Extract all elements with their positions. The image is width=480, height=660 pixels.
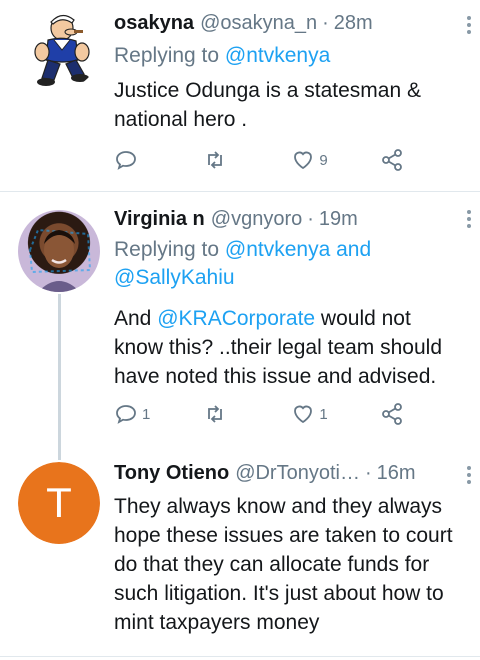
more-dot <box>467 217 471 221</box>
avatar-letter-circle: T <box>18 462 100 544</box>
tweet-text: Justice Odunga is a statesman & national… <box>114 79 421 131</box>
avatar[interactable]: T <box>18 462 100 544</box>
bottom-divider <box>0 656 480 657</box>
tweet-text: They always know and they always hope th… <box>114 495 453 634</box>
timestamp[interactable]: 28m <box>334 10 373 36</box>
more-dot <box>467 23 471 27</box>
user-handle[interactable]: @DrTonyoti… <box>235 460 360 486</box>
tweet-header: Tony Otieno @DrTonyoti… · 16m <box>114 460 460 486</box>
popeye-cartoon-avatar-icon <box>34 14 90 86</box>
tweet-tony-otieno[interactable]: T Tony Otieno @DrTonyoti… · 16m They alw… <box>0 448 480 660</box>
reply-button[interactable] <box>114 148 158 172</box>
photo-avatar-icon <box>28 228 92 292</box>
tweet-virginia[interactable]: Virginia n @vgnyoro · 19m Replying to @n… <box>0 192 480 452</box>
like-button[interactable]: 1 <box>291 402 335 426</box>
share-icon <box>382 149 402 171</box>
reply-button[interactable]: 1 <box>114 402 158 426</box>
avatar[interactable] <box>18 210 100 292</box>
retweet-icon <box>207 405 222 423</box>
reply-icon <box>116 151 136 170</box>
heart-icon <box>294 405 313 424</box>
more-vertical-icon <box>467 210 471 214</box>
timestamp[interactable]: 16m <box>377 460 416 486</box>
reply-icon <box>116 405 136 424</box>
mention-link[interactable]: @SallyKahiu <box>114 266 235 289</box>
user-handle[interactable]: @vgnyoro <box>211 206 302 232</box>
separator-dot: · <box>364 462 372 484</box>
thread-line <box>58 448 61 460</box>
retweet-button[interactable] <box>203 148 247 172</box>
more-vertical-icon <box>467 16 471 20</box>
more-options-button[interactable] <box>462 16 476 34</box>
user-handle[interactable]: @osakyna_n <box>200 10 317 36</box>
share-icon <box>382 403 402 425</box>
tweet-text-part: And <box>114 307 158 330</box>
avatar[interactable] <box>18 8 100 90</box>
separator-dot: · <box>322 12 329 34</box>
avatar-letter: T <box>46 479 72 526</box>
share-button[interactable] <box>380 148 424 172</box>
tweet-actions: 9 <box>114 148 424 172</box>
replying-to-label: Replying to <box>114 44 225 67</box>
more-dot <box>467 480 471 484</box>
mention-link[interactable]: @ntvkenya <box>225 44 330 67</box>
mention-link[interactable]: @ntvkenya <box>225 238 330 261</box>
more-options-button[interactable] <box>462 210 476 228</box>
more-options-button[interactable] <box>462 466 476 484</box>
heart-icon <box>294 151 313 170</box>
like-count: 1 <box>319 405 328 423</box>
thread-line <box>58 294 61 452</box>
replying-to: Replying to @ntvkenya and @SallyKahiu <box>114 236 444 292</box>
display-name[interactable]: osakyna <box>114 10 194 36</box>
like-button[interactable]: 9 <box>291 148 335 172</box>
more-dot <box>467 30 471 34</box>
like-count: 9 <box>319 151 328 169</box>
tweet-actions: 1 1 <box>114 402 424 426</box>
tweet-text: And @KRACorporate would not know this? .… <box>114 304 444 391</box>
display-name[interactable]: Virginia n <box>114 206 205 232</box>
timestamp[interactable]: 19m <box>319 206 358 232</box>
mention-link[interactable]: @KRACorporate <box>157 307 315 330</box>
replying-to-label: Replying to <box>114 238 225 261</box>
reply-count: 1 <box>142 405 151 423</box>
more-dot <box>467 224 471 228</box>
tweet-header: osakyna @osakyna_n · 28m <box>114 10 460 36</box>
share-button[interactable] <box>380 402 424 426</box>
retweet-icon <box>207 151 222 169</box>
tweet-header: Virginia n @vgnyoro · 19m <box>114 206 460 232</box>
display-name[interactable]: Tony Otieno <box>114 460 229 486</box>
more-vertical-icon <box>467 466 471 470</box>
separator-dot: · <box>307 208 314 230</box>
tweet-osakyna[interactable]: osakyna @osakyna_n · 28m Replying to @nt… <box>0 0 480 190</box>
replying-and: and <box>330 238 372 261</box>
more-dot <box>467 473 471 477</box>
replying-to: Replying to @ntvkenya <box>114 42 460 70</box>
retweet-button[interactable] <box>203 402 247 426</box>
